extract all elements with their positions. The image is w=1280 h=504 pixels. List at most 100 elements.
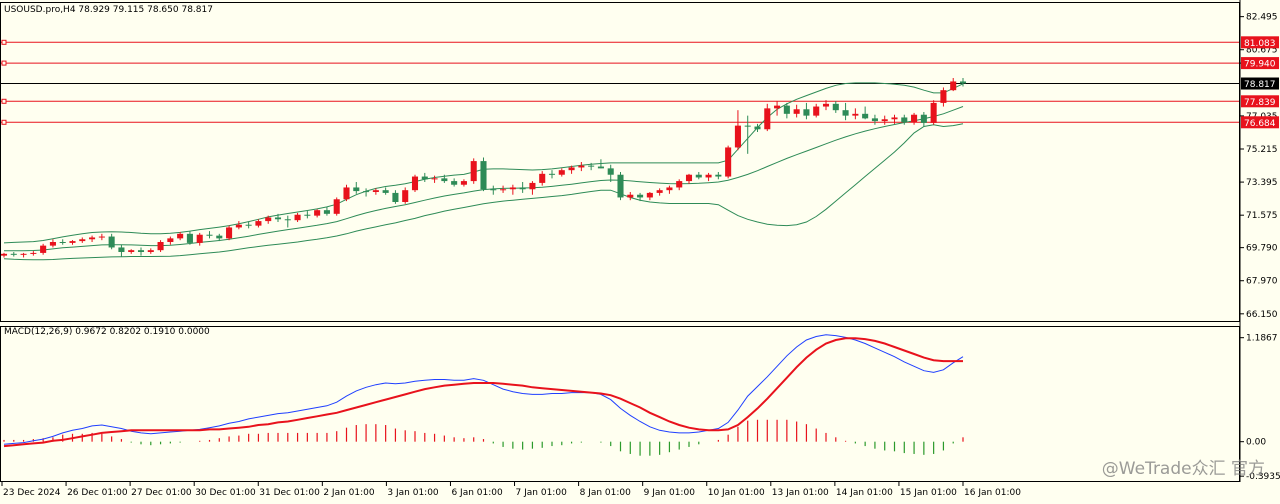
candle-body: [559, 170, 565, 175]
candle-body: [862, 114, 868, 119]
candle-body: [451, 181, 457, 185]
time-axis-label: 14 Jan 01:00: [836, 488, 893, 498]
candle-body: [177, 234, 183, 239]
candle-body: [647, 193, 653, 198]
level-handle[interactable]: [2, 40, 6, 44]
price-axis-label: 66.150: [1246, 310, 1278, 320]
candle-body: [549, 174, 555, 175]
candle-body: [911, 115, 917, 122]
candle-body: [402, 190, 408, 202]
candle-body: [148, 250, 154, 252]
candle-body: [138, 250, 144, 252]
candle-body: [206, 235, 212, 236]
candle-body: [931, 103, 937, 123]
level-handle[interactable]: [2, 61, 6, 65]
candle-body: [304, 215, 310, 216]
candle-body: [637, 195, 643, 198]
level-price-label: 77.839: [1244, 98, 1276, 108]
watermark: @WeTrade众汇 官方: [1102, 459, 1265, 479]
candle-body: [343, 187, 349, 199]
candle-body: [30, 253, 36, 254]
candle-body: [197, 235, 203, 243]
candle[interactable]: [931, 100, 937, 125]
candle-body: [89, 237, 95, 239]
candle-body: [500, 189, 506, 190]
level-handle[interactable]: [2, 99, 6, 103]
candle-body: [295, 215, 301, 220]
time-axis-label: 27 Dec 01:00: [131, 488, 192, 498]
candle[interactable]: [480, 157, 486, 191]
chart-window: 82.49580.67579.94077.03575.21573.39571.5…: [0, 0, 1280, 500]
time-axis-label: 9 Jan 01:00: [644, 488, 696, 498]
candle[interactable]: [226, 226, 232, 241]
candle-body: [510, 187, 516, 189]
time-axis-label: 7 Jan 01:00: [516, 488, 568, 498]
price-axis-label: 67.970: [1246, 277, 1278, 287]
candle[interactable]: [412, 175, 418, 192]
candle[interactable]: [471, 158, 477, 183]
candle-body: [529, 183, 535, 189]
price-axis-label: 82.495: [1246, 13, 1278, 23]
candle-body: [578, 166, 584, 168]
price-axis-label: 71.575: [1246, 211, 1278, 221]
candle-body: [109, 237, 115, 248]
candle-body: [725, 147, 731, 176]
candle-body: [373, 190, 379, 192]
candle-body: [774, 106, 780, 109]
candle-body: [960, 81, 966, 83]
candle-body: [617, 175, 623, 198]
time-axis-label: 31 Dec 01:00: [259, 488, 320, 498]
candle-body: [324, 210, 330, 214]
candle-body: [823, 104, 829, 107]
candle-body: [471, 161, 477, 181]
candle-body: [187, 234, 193, 243]
candle-body: [412, 177, 418, 191]
macd-axis-label: 1.1867: [1246, 334, 1278, 344]
candle-body: [285, 219, 291, 220]
candle-body: [569, 167, 575, 170]
candle-body: [608, 168, 614, 174]
candle-body: [314, 210, 320, 215]
candle-body: [882, 119, 888, 121]
candle-body: [754, 127, 760, 130]
time-axis-label: 23 Dec 2024: [3, 488, 61, 498]
candle-body: [21, 254, 27, 255]
candle-body: [392, 193, 398, 202]
candle-body: [833, 104, 839, 110]
candle-body: [715, 175, 721, 177]
candle-body: [745, 126, 751, 127]
candle-body: [363, 191, 369, 192]
candle-body: [50, 242, 56, 246]
candle-body: [891, 117, 897, 119]
candle-body: [803, 109, 809, 115]
candle-body: [696, 175, 702, 178]
candle[interactable]: [617, 172, 623, 200]
candle-body: [686, 175, 692, 181]
candle-body: [490, 189, 496, 190]
chart-background: [0, 0, 1280, 500]
level-handle[interactable]: [2, 120, 6, 124]
candle-body: [99, 237, 105, 238]
candle-body: [441, 178, 447, 181]
candle-body: [872, 118, 878, 121]
candle[interactable]: [334, 197, 340, 215]
candle-body: [334, 199, 340, 214]
candle-body: [901, 117, 907, 122]
candle-body: [813, 107, 819, 116]
candle-body: [353, 187, 359, 191]
candle[interactable]: [725, 146, 731, 179]
candle-body: [588, 166, 594, 167]
candle-body: [657, 190, 663, 193]
candle-body: [676, 181, 682, 187]
candle-body: [480, 161, 486, 189]
chart-canvas[interactable]: 82.49580.67579.94077.03575.21573.39571.5…: [0, 0, 1280, 500]
candle-body: [69, 241, 75, 243]
candle-body: [11, 254, 17, 255]
candle-body: [950, 81, 956, 90]
time-axis-label: 30 Dec 01:00: [195, 488, 256, 498]
candle-body: [843, 110, 849, 115]
candle-body: [236, 225, 242, 228]
current-price-label: 78.817: [1244, 80, 1276, 90]
candle-body: [216, 236, 222, 239]
price-axis-label: 69.790: [1246, 244, 1278, 254]
